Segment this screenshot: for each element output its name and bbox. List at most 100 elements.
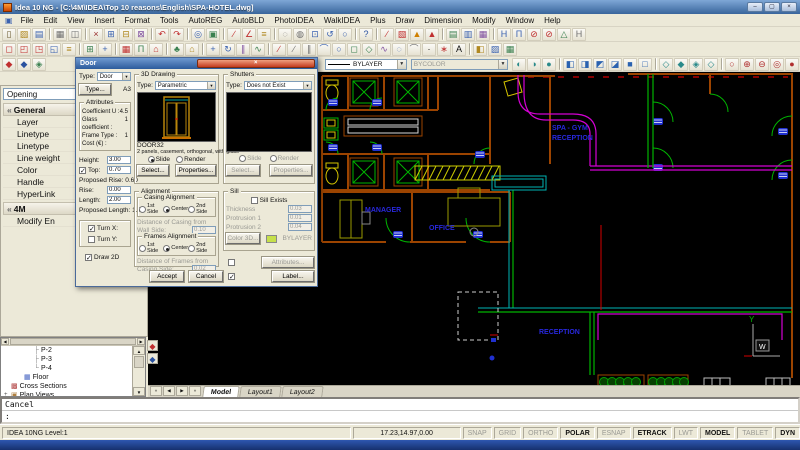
menu-item-file[interactable]: File <box>16 16 39 25</box>
iso-view-2-icon[interactable]: ◆ <box>674 58 688 71</box>
tab-layout2[interactable]: Layout2 <box>281 386 323 397</box>
zoom-plus-icon[interactable]: ⊕ <box>740 58 754 71</box>
frames-option[interactable]: Center <box>163 245 188 252</box>
select-button[interactable]: Select... <box>137 165 169 176</box>
menu-item-autobld[interactable]: AutoBLD <box>227 16 269 25</box>
top-field[interactable] <box>107 166 131 174</box>
toolbar-separator[interactable] <box>202 43 204 55</box>
properties-button[interactable]: Properties... <box>176 165 216 176</box>
menu-item-draw[interactable]: Draw <box>391 16 420 25</box>
sill-exists-checkbox[interactable] <box>251 197 258 204</box>
shade-full-icon[interactable]: ● <box>542 58 556 71</box>
toggle-dyn[interactable]: DYN <box>775 427 800 439</box>
toggle-ortho[interactable]: ORTHO <box>523 427 558 439</box>
menu-item-format[interactable]: Format <box>119 16 154 25</box>
tab-nav-prev[interactable]: ◀ <box>163 386 175 396</box>
tree-item-plan-views[interactable]: +▣Plan Views <box>1 391 132 396</box>
cancel-button[interactable]: Cancel <box>189 271 223 282</box>
scroll-down-icon[interactable]: ▼ <box>133 387 145 396</box>
draw-cloud-icon[interactable]: ⌒ <box>407 43 421 56</box>
opening-icon[interactable]: ◰ <box>17 43 31 56</box>
view-3d-front-icon[interactable]: □ <box>638 58 652 71</box>
zoom-minus-icon[interactable]: ⊖ <box>755 58 769 71</box>
toolbar-separator[interactable] <box>721 58 723 70</box>
attributes-checkbox[interactable] <box>228 259 235 266</box>
length-field[interactable] <box>107 196 131 204</box>
drawing-3d-type-combo[interactable]: Parametric▼ <box>155 81 216 90</box>
tree-item-p4[interactable]: └P-4 <box>1 364 132 373</box>
frames-option[interactable]: 1st Side <box>139 242 163 254</box>
view-3d-ne-icon[interactable]: ◩ <box>593 58 607 71</box>
draw-spline-icon[interactable]: ∿ <box>377 43 391 56</box>
tab-layout1[interactable]: Layout1 <box>239 386 281 397</box>
menu-item-help[interactable]: Help <box>539 16 565 25</box>
warning-icon[interactable]: ▲ <box>410 28 424 41</box>
no-entry-icon[interactable]: ⊘ <box>527 28 541 41</box>
view-3d-sw-icon[interactable]: ◧ <box>563 58 577 71</box>
zoom-dot-icon[interactable]: ● <box>785 58 799 71</box>
hatch-tool-icon[interactable]: ▧ <box>395 28 409 41</box>
draw-ray-icon[interactable]: ∕ <box>287 43 301 56</box>
zoom-target-icon[interactable]: ◎ <box>770 58 784 71</box>
minimize-button[interactable]: – <box>747 2 763 12</box>
wall-tool-icon[interactable]: ∕ <box>380 28 394 41</box>
osnap-icon[interactable]: ◎ <box>191 28 205 41</box>
annotate-icon[interactable]: ≡ <box>257 28 271 41</box>
toolbar-separator[interactable] <box>355 28 357 40</box>
paste-icon[interactable]: ⊟ <box>119 28 133 41</box>
offset-icon[interactable]: ∿ <box>251 43 265 56</box>
print-icon[interactable]: ▦ <box>53 28 67 41</box>
shade-hidden-icon[interactable]: ◑ <box>527 58 541 71</box>
toolbar-separator[interactable] <box>469 43 471 55</box>
toggle-grid[interactable]: GRID <box>494 427 522 439</box>
menu-item-view[interactable]: View <box>62 16 89 25</box>
toolbar-separator[interactable] <box>655 58 657 70</box>
view-3d-se-icon[interactable]: ◨ <box>578 58 592 71</box>
stairs-icon[interactable]: ≡ <box>62 43 76 56</box>
toggle-snap[interactable]: SNAP <box>463 427 492 439</box>
toolbar-separator[interactable] <box>49 28 51 40</box>
shade-wire-icon[interactable]: ◐ <box>512 58 526 71</box>
mirror-icon[interactable]: ∥ <box>236 43 250 56</box>
draw-2d-checkbox[interactable] <box>85 254 92 261</box>
roof-tool-icon[interactable]: ▲ <box>425 28 439 41</box>
toggle-esnap[interactable]: ESNAP <box>597 427 631 439</box>
tree-item-p3[interactable]: ├P-3 <box>1 355 132 364</box>
iso-view-4-icon[interactable]: ◇ <box>704 58 718 71</box>
close-icon[interactable]: × <box>197 59 316 68</box>
menu-item-dimension[interactable]: Dimension <box>419 16 467 25</box>
close-button[interactable]: × <box>781 2 797 12</box>
toolbar-separator[interactable] <box>442 28 444 40</box>
dimension-icon[interactable]: ∠ <box>242 28 256 41</box>
tree-vscrollbar[interactable]: ▲ ▼ <box>132 346 145 396</box>
rotate-icon[interactable]: ↻ <box>221 43 235 56</box>
paint-icon[interactable]: ◧ <box>473 43 487 56</box>
maximize-button[interactable]: ▢ <box>764 2 780 12</box>
toolbar-separator[interactable] <box>115 43 117 55</box>
triangle-tool-icon[interactable]: △ <box>557 28 571 41</box>
toolbar-separator[interactable] <box>274 28 276 40</box>
linetype-combo[interactable]: BYLAYER▼ <box>325 59 407 70</box>
menu-item-photoidea[interactable]: PhotoIDEA <box>269 16 319 25</box>
toggle-etrack[interactable]: ETRACK <box>633 427 672 439</box>
dialog-titlebar[interactable]: Door × <box>76 58 317 69</box>
pan-icon[interactable]: ◌ <box>278 28 292 41</box>
toolbar-separator[interactable] <box>187 28 189 40</box>
tab-nav-first[interactable]: « <box>150 386 162 396</box>
tab-nav-last[interactable]: » <box>189 386 201 396</box>
axis-icon[interactable]: + <box>98 43 112 56</box>
draw-polygon-icon[interactable]: ◇ <box>362 43 376 56</box>
render-radio[interactable] <box>176 156 183 163</box>
iso-view-3-icon[interactable]: ◈ <box>689 58 703 71</box>
shutters-type-combo[interactable]: Does not Exist▼ <box>244 81 312 90</box>
toggle-tablet[interactable]: TABLET <box>737 427 773 439</box>
undo-icon[interactable]: ↶ <box>155 28 169 41</box>
toggle-model[interactable]: MODEL <box>700 427 735 439</box>
cut-icon[interactable]: × <box>89 28 103 41</box>
menu-item-insert[interactable]: Insert <box>89 16 119 25</box>
toggle-polar[interactable]: POLAR <box>560 427 595 439</box>
draw-hatch-icon[interactable]: ∗ <box>437 43 451 56</box>
rise-field[interactable] <box>107 186 131 194</box>
tree-icon[interactable]: ♣ <box>170 43 184 56</box>
scroll-left-icon[interactable]: ◀ <box>1 338 9 345</box>
